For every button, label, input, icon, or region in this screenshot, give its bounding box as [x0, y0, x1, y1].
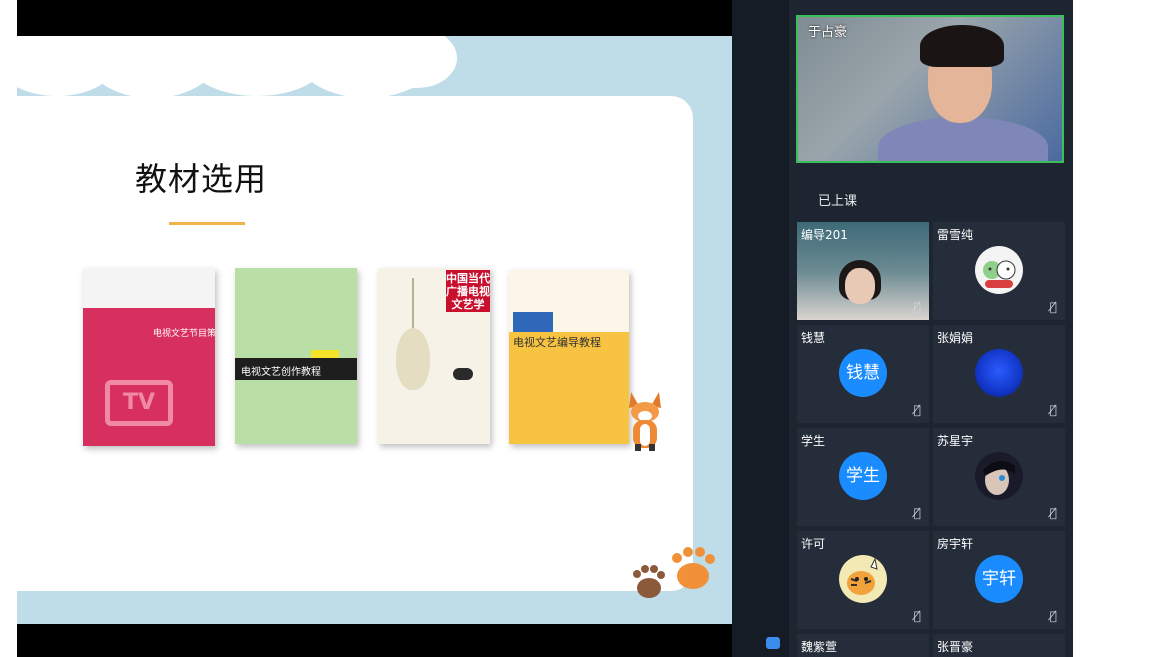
book-title: 中国当代广播电视文艺学: [446, 270, 490, 312]
participant-name: 魏紫萱: [801, 640, 838, 654]
participant-name: 张晋豪: [937, 640, 974, 654]
participant-tile[interactable]: 苏星宇 🎙̸: [933, 428, 1065, 526]
book-cover-badge: [453, 368, 473, 380]
book-cover: 电视文艺编导教程: [509, 270, 629, 444]
avatar-tiger-icon: [839, 555, 887, 603]
mic-muted-icon: 🎙̸: [913, 403, 921, 417]
chat-icon[interactable]: [766, 637, 780, 649]
participant-name: 房宇轩: [937, 537, 974, 551]
mic-muted-icon: 🎙̸: [913, 506, 921, 520]
participant-name: 雷雪纯: [937, 228, 974, 242]
presenter-body: [878, 117, 1048, 161]
mic-muted-icon: 🎙̸: [1049, 609, 1057, 623]
paw-prints-icon: [633, 547, 715, 598]
participant-tile[interactable]: 张娟娟 🎙̸: [933, 325, 1065, 423]
participant-name: 编导201: [801, 228, 848, 242]
participant-tile[interactable]: 房宇轩 宇轩 🎙̸: [933, 531, 1065, 629]
title-underline: [169, 222, 245, 225]
participant-name: 苏星宇: [937, 434, 974, 448]
participant-video-face: [845, 268, 875, 304]
participant-name: 钱慧: [801, 331, 826, 345]
participant-tile[interactable]: 雷雪纯 🎙̸: [933, 222, 1065, 320]
tv-logo: TV: [105, 380, 173, 426]
avatar-image: [975, 349, 1023, 397]
participant-tile[interactable]: 编导201 🎙̸: [797, 222, 929, 320]
avatar-text: 宇轩: [975, 555, 1023, 603]
book-cover-accent: [311, 350, 339, 358]
participant-tile[interactable]: 张晋豪: [933, 634, 1065, 657]
participant-name: 学生: [801, 434, 826, 448]
participant-tile[interactable]: 钱慧 钱慧 🎙̸: [797, 325, 929, 423]
panel-gutter: [732, 0, 789, 657]
book-cover: 中国当代广播电视文艺学: [378, 268, 490, 444]
avatar-text: 钱慧: [839, 349, 887, 397]
slide-title: 教材选用: [135, 160, 268, 198]
presenter-hair: [920, 25, 1004, 67]
participant-tile[interactable]: 许可 🎙̸: [797, 531, 929, 629]
presenter-video[interactable]: 于占豪: [796, 15, 1064, 163]
book-cover: 电视文艺创作教程: [235, 268, 357, 444]
book-title: 电视文艺节目策划: [153, 329, 215, 339]
book-cover-illustration: [396, 328, 430, 390]
mic-muted-icon: 🎙̸: [1049, 300, 1057, 314]
section-label: 已上课: [818, 194, 858, 209]
mic-muted-icon: 🎙̸: [913, 609, 921, 623]
fox-sticker-icon: [629, 392, 661, 451]
avatar-portrait-icon: [975, 452, 1023, 500]
mic-muted-icon: 🎙̸: [1049, 506, 1057, 520]
mic-muted-icon: 🎙̸: [1049, 403, 1057, 417]
book-title: 电视文艺创作教程: [241, 367, 321, 378]
avatar-text: 学生: [839, 452, 887, 500]
participant-tile[interactable]: 魏紫萱: [797, 634, 929, 657]
book-title: 电视文艺编导教程: [513, 336, 601, 349]
shared-slide-area: 教材选用 电视文艺节目策划 TV 电视文艺创作教程 中国当代广播电视文艺学: [17, 0, 732, 657]
book-cover-accent: [513, 312, 553, 332]
participant-name: 张娟娟: [937, 331, 974, 345]
slide-content-panel: 教材选用 电视文艺节目策划 TV 电视文艺创作教程 中国当代广播电视文艺学: [17, 96, 693, 591]
mic-muted-icon: 🎙̸: [913, 300, 921, 314]
participant-name: 许可: [801, 537, 826, 551]
presenter-name: 于占豪: [808, 25, 848, 40]
slide: 教材选用 电视文艺节目策划 TV 电视文艺创作教程 中国当代广播电视文艺学: [17, 36, 732, 624]
book-cover: 电视文艺节目策划 TV: [83, 268, 215, 446]
participant-tile[interactable]: 学生 学生 🎙̸: [797, 428, 929, 526]
avatar-cartoon-icon: [975, 246, 1023, 294]
